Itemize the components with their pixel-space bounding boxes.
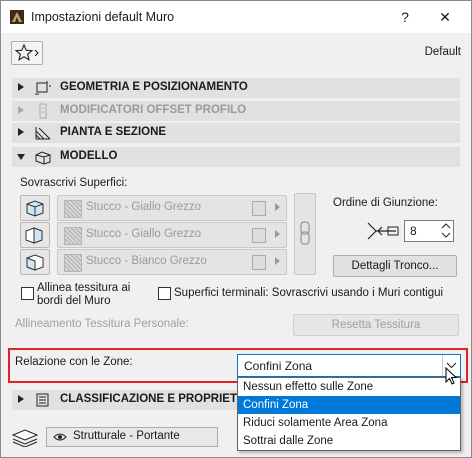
- collapse-arrow-icon: [17, 154, 25, 160]
- pick-surface-icon: [252, 228, 266, 243]
- arrow-right-icon: [275, 257, 280, 265]
- help-button[interactable]: ?: [395, 8, 415, 26]
- align-texture-label-line1: Allinea tessitura ai: [37, 282, 131, 294]
- surface-face-button-3[interactable]: [20, 249, 50, 275]
- expand-arrow-icon: [18, 83, 24, 91]
- pick-surface-icon: [252, 255, 266, 270]
- align-texture-checkbox[interactable]: [21, 287, 34, 300]
- structural-function-value: Strutturale - Portante: [73, 430, 180, 442]
- wall-default-settings-dialog: Impostazioni default Muro ? ✕ Default GE…: [0, 0, 472, 458]
- section-label: CLASSIFICAZIONE E PROPRIETÀ: [60, 393, 246, 405]
- stepper-up-icon[interactable]: [441, 222, 451, 230]
- zone-relation-selected: Confini Zona: [244, 359, 313, 373]
- geometry-icon: [35, 81, 51, 95]
- section-label: MODELLO: [60, 150, 118, 162]
- section-label: PIANTA E SEZIONE: [60, 126, 167, 138]
- window-title: Impostazioni default Muro: [31, 10, 175, 24]
- star-icon: [14, 43, 39, 61]
- join-order-value: 8: [410, 224, 417, 238]
- archicad-app-icon: [10, 10, 24, 24]
- surface-name: Stucco - Giallo Grezzo: [86, 201, 202, 213]
- section-geometry[interactable]: GEOMETRIA E POSIZIONAMENTO: [12, 78, 460, 98]
- section-profile-offset: MODIFICATORI OFFSET PROFILO: [12, 101, 460, 121]
- section-model[interactable]: MODELLO: [12, 147, 460, 167]
- model-box-icon: [35, 151, 51, 165]
- zone-relation-label: Relazione con le Zone:: [15, 356, 133, 368]
- arrow-right-icon: [275, 230, 280, 238]
- zone-option[interactable]: Riduci solamente Area Zona: [238, 414, 460, 432]
- trunk-details-button[interactable]: Dettagli Tronco...: [333, 255, 457, 277]
- section-label: GEOMETRIA E POSIZIONAMENTO: [60, 81, 248, 93]
- layers-icon: [11, 429, 39, 447]
- chain-link-icon: [300, 221, 310, 245]
- reset-texture-button[interactable]: Resetta Tessitura: [293, 314, 459, 336]
- surface-name: Stucco - Giallo Grezzo: [86, 228, 202, 240]
- default-label: Default: [424, 46, 461, 58]
- surface-picker-3[interactable]: Stucco - Bianco Grezzo: [57, 249, 287, 275]
- texture-swatch: [64, 227, 82, 245]
- section-label: MODIFICATORI OFFSET PROFILO: [60, 104, 247, 116]
- eye-icon: [53, 433, 67, 441]
- override-surfaces-label: Sovrascrivi Superfici:: [20, 177, 128, 189]
- zone-relation-options: Nessun effetto sulle Zone Confini Zona R…: [237, 377, 461, 451]
- surface-name: Stucco - Bianco Grezzo: [86, 255, 207, 267]
- wall-face-icon: [26, 200, 44, 217]
- classification-icon: [36, 393, 49, 407]
- surface-face-button-1[interactable]: [20, 195, 50, 221]
- texture-swatch: [64, 200, 82, 218]
- link-surfaces-button[interactable]: [294, 193, 316, 275]
- wall-back-icon: [26, 254, 44, 271]
- zone-option[interactable]: Sottrai dalle Zone: [238, 432, 460, 450]
- arrow-right-icon: [275, 203, 280, 211]
- title-bar: Impostazioni default Muro ? ✕: [1, 1, 471, 33]
- stepper-down-icon[interactable]: [441, 231, 451, 239]
- surface-picker-1[interactable]: Stucco - Giallo Grezzo: [57, 195, 287, 221]
- profile-icon: [39, 103, 47, 119]
- zone-relation-select[interactable]: Confini Zona: [237, 354, 461, 377]
- end-surfaces-label: Superfici terminali: Sovrascrivi usando …: [174, 287, 444, 299]
- expand-arrow-icon: [18, 395, 24, 403]
- surface-picker-2[interactable]: Stucco - Giallo Grezzo: [57, 222, 287, 248]
- pick-surface-icon: [252, 201, 266, 216]
- expand-arrow-icon: [18, 128, 24, 136]
- surface-face-button-2[interactable]: [20, 222, 50, 248]
- align-texture-label-line2: bordi del Muro: [37, 295, 111, 307]
- close-button[interactable]: ✕: [435, 8, 455, 26]
- zone-option-selected[interactable]: Confini Zona: [238, 396, 460, 414]
- zone-option[interactable]: Nessun effetto sulle Zone: [238, 378, 460, 396]
- section-floor-plan[interactable]: PIANTA E SEZIONE: [12, 123, 460, 143]
- mouse-cursor-icon: [445, 367, 458, 385]
- favorites-button[interactable]: [11, 41, 43, 65]
- wall-side-icon: [25, 227, 43, 244]
- floor-plan-icon: [35, 127, 51, 140]
- join-order-label: Ordine di Giunzione:: [333, 197, 438, 209]
- join-order-icon: [367, 222, 399, 240]
- texture-swatch: [64, 254, 82, 272]
- custom-align-label: Allineamento Tessitura Personale:: [15, 318, 189, 330]
- join-order-stepper[interactable]: 8: [404, 220, 454, 242]
- structural-function-select[interactable]: Strutturale - Portante: [46, 427, 218, 447]
- expand-arrow-icon: [18, 106, 24, 114]
- end-surfaces-checkbox[interactable]: [158, 287, 171, 300]
